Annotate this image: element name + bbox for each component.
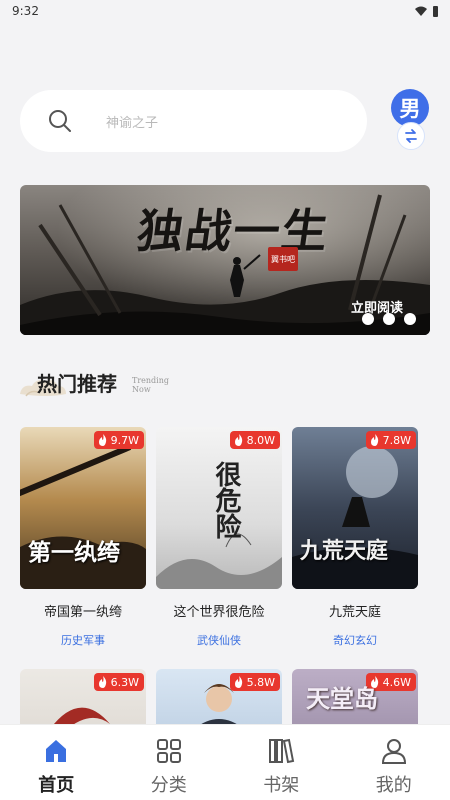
book-title: 帝国第一纨绔	[43, 605, 122, 620]
book-card[interactable]: 7.8W 九荒天庭 九荒天庭 奇幻玄幻	[292, 427, 418, 648]
heat-value: 5.8W	[246, 675, 275, 689]
cover-title: 天堂岛	[306, 684, 378, 713]
tab-bookshelf[interactable]: 书架	[225, 725, 338, 800]
tab-label: 分类	[150, 775, 187, 796]
book-category: 历史军事	[61, 634, 105, 647]
tab-profile[interactable]: 我的	[338, 725, 450, 800]
book-cover: 7.8W 九荒天庭	[292, 427, 418, 589]
search-bar[interactable]: 神谕之子	[20, 90, 367, 152]
carousel-dot[interactable]	[404, 313, 416, 325]
section-subtitle: Trending Now	[132, 376, 169, 394]
tab-home[interactable]: 首页	[0, 725, 113, 800]
bottom-tab-bar: 首页 分类 书架 我的	[0, 724, 450, 800]
wifi-icon	[415, 6, 427, 16]
book-title: 这个世界很危险	[173, 605, 265, 620]
book-cover: 9.7W 第一纨绔	[20, 427, 146, 589]
swap-icon	[405, 129, 417, 143]
banner-carousel[interactable]: 独战一生 翼书吧 立即阅读	[20, 185, 430, 335]
bookshelf-icon	[269, 738, 295, 764]
fire-icon	[234, 676, 242, 688]
carousel-dots	[362, 313, 416, 325]
cover-title: 很危险	[211, 461, 241, 539]
cover-title: 第一纨绔	[28, 539, 120, 566]
carousel-dot[interactable]	[383, 313, 395, 325]
tab-label: 我的	[375, 775, 412, 796]
book-cover: 8.0W 很危险	[156, 427, 282, 589]
status-bar: 9:32	[0, 0, 450, 22]
tab-label: 书架	[263, 775, 300, 796]
heat-value: 9.7W	[110, 433, 139, 447]
book-category: 奇幻玄幻	[333, 634, 377, 647]
heat-badge: 6.3W	[93, 673, 144, 691]
banner-seal: 翼书吧	[268, 247, 298, 271]
banner-title: 独战一生	[133, 204, 334, 258]
cover-title: 九荒天庭	[300, 538, 389, 564]
user-icon	[381, 739, 406, 764]
swap-gender-button[interactable]	[397, 122, 425, 150]
grid-icon	[156, 739, 181, 763]
tab-label: 首页	[38, 775, 75, 796]
section-title: 热门推荐	[37, 372, 117, 396]
book-category: 武侠仙侠	[197, 634, 241, 647]
status-icons	[415, 5, 438, 17]
fire-icon	[98, 676, 106, 688]
heat-value: 6.3W	[110, 675, 139, 689]
heat-value: 7.8W	[382, 433, 411, 447]
heat-badge: 5.8W	[229, 673, 280, 691]
heat-badge: 7.8W	[365, 431, 416, 449]
book-card[interactable]: 8.0W 很危险 这个世界很危险 武侠仙侠	[156, 427, 282, 648]
heat-badge: 9.7W	[93, 431, 144, 449]
carousel-dot[interactable]	[362, 313, 374, 325]
battery-icon	[433, 5, 438, 17]
search-placeholder: 神谕之子	[106, 115, 159, 131]
heat-value: 4.6W	[382, 675, 411, 689]
home-icon	[46, 740, 67, 762]
heat-badge: 8.0W	[229, 431, 280, 449]
book-card[interactable]: 9.7W 第一纨绔 帝国第一纨绔 历史军事	[20, 427, 146, 648]
fire-icon	[234, 434, 242, 446]
fire-icon	[98, 434, 106, 446]
status-time: 9:32	[12, 4, 39, 18]
fire-icon	[370, 434, 378, 446]
tab-category[interactable]: 分类	[113, 725, 226, 800]
heat-value: 8.0W	[246, 433, 275, 447]
book-title: 九荒天庭	[328, 605, 381, 620]
search-icon	[49, 110, 71, 132]
